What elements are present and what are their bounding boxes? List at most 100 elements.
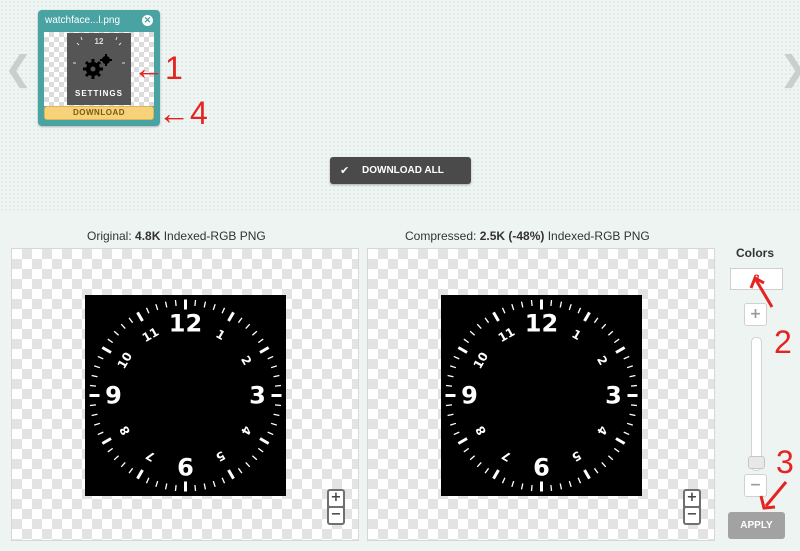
minute-tick <box>626 422 634 426</box>
minute-tick <box>568 480 572 488</box>
annotation-3: 3 <box>776 444 794 480</box>
original-watch-image: 12 1 2 3 4 5 6 7 8 9 10 11 <box>85 295 286 496</box>
minute-tick <box>568 303 572 311</box>
minute-tick <box>113 330 120 336</box>
minute-tick <box>623 431 630 436</box>
hour-tick <box>227 311 235 322</box>
hour-tick <box>101 346 112 354</box>
minute-tick <box>194 299 197 307</box>
watch-numeral: 12 <box>525 310 558 338</box>
minute-tick <box>251 330 258 336</box>
minute-tick <box>601 323 607 330</box>
hour-tick <box>615 437 626 445</box>
minute-tick <box>120 323 126 330</box>
colors-slider[interactable] <box>751 337 762 471</box>
minute-tick <box>274 404 282 407</box>
minute-tick <box>212 480 216 488</box>
watch-face-compressed: 12 12 3 45 6 78 9 1011 <box>445 299 638 492</box>
file-name: watchface...l.png <box>45 15 121 26</box>
minute-tick <box>93 422 101 426</box>
hour-tick <box>101 437 112 445</box>
minute-tick <box>145 477 150 484</box>
minute-tick <box>273 413 280 417</box>
annotation-arrow-2 <box>749 275 774 308</box>
zoom-out-button[interactable]: − <box>685 508 699 523</box>
watch-numeral: 10 <box>471 350 491 371</box>
minute-tick <box>270 422 278 426</box>
annotation-4-arrow: ← <box>158 95 190 131</box>
minute-tick <box>463 338 470 344</box>
check-icon: ✔ <box>340 164 350 177</box>
minute-tick <box>629 413 636 417</box>
compressed-zoom-control: + − <box>683 489 701 525</box>
minute-tick <box>194 484 197 492</box>
minute-tick <box>577 477 582 484</box>
colors-slider-handle[interactable] <box>748 456 765 469</box>
minute-tick <box>626 365 634 369</box>
watch-numeral: 1 <box>569 327 583 343</box>
watch-numeral: 8 <box>117 423 133 437</box>
minute-tick <box>89 404 97 407</box>
hour-tick <box>136 311 144 322</box>
hour-tick <box>136 469 144 480</box>
minute-tick <box>203 483 207 490</box>
watch-numeral: 3 <box>605 382 622 410</box>
minute-tick <box>203 301 207 308</box>
compressed-preview-panel[interactable]: 12 1 2 3 4 5 6 7 8 9 10 11 + − <box>367 248 715 541</box>
original-preview-panel[interactable]: 12 1 2 3 4 5 6 7 8 9 10 11 + − <box>11 248 359 541</box>
watch-numeral: 5 <box>213 448 227 464</box>
hour-tick <box>583 469 591 480</box>
watch-numeral: 9 <box>105 382 122 410</box>
original-zoom-control: + − <box>327 489 345 525</box>
minute-tick <box>550 299 553 307</box>
minute-tick <box>251 455 258 461</box>
minute-tick <box>212 303 216 311</box>
hour-tick <box>227 469 235 480</box>
watch-numeral: 4 <box>238 423 254 437</box>
zoom-in-button[interactable]: + <box>329 491 343 506</box>
watch-numeral: 2 <box>238 353 254 367</box>
minute-tick <box>89 384 97 387</box>
download-file-button[interactable]: DOWNLOAD <box>44 106 154 120</box>
minute-tick <box>257 447 264 453</box>
apply-button[interactable]: APPLY <box>728 512 785 539</box>
download-all-button[interactable]: ✔ DOWNLOAD ALL <box>330 157 471 184</box>
minute-tick <box>237 467 243 474</box>
compressed-format: Indexed-RGB PNG <box>544 229 650 243</box>
minute-tick <box>550 484 553 492</box>
minute-tick <box>449 365 457 369</box>
zoom-out-button[interactable]: − <box>329 508 343 523</box>
annotation-1: ←1 <box>133 52 183 84</box>
minute-tick <box>267 355 274 360</box>
carousel-next-icon[interactable]: ❯ <box>779 52 800 86</box>
compressed-size: 2.5K (-48%) <box>479 229 545 243</box>
minute-tick <box>97 355 104 360</box>
watch-numeral: 6 <box>533 454 550 482</box>
original-prefix: Original: <box>87 229 136 243</box>
minute-tick <box>476 461 482 468</box>
annotation-4-label: 4 <box>190 95 208 131</box>
hour-tick <box>492 311 500 322</box>
watch-numeral: 4 <box>594 423 610 437</box>
remove-file-icon[interactable]: ✕ <box>142 15 153 26</box>
minute-tick <box>91 374 98 378</box>
minute-tick <box>93 365 101 369</box>
minute-tick <box>245 461 251 468</box>
watch-numeral: 6 <box>177 454 194 482</box>
minute-tick <box>164 301 168 308</box>
minute-tick <box>453 355 460 360</box>
zoom-in-button[interactable]: + <box>685 491 699 506</box>
minute-tick <box>221 307 226 314</box>
thumbnail-image: 12 SETTINGS <box>67 33 131 105</box>
minute-tick <box>530 299 533 307</box>
annotation-2: 2 <box>774 324 792 360</box>
minute-tick <box>613 447 620 453</box>
carousel-prev-icon[interactable]: ❮ <box>4 52 33 86</box>
minute-tick <box>449 422 457 426</box>
minute-tick <box>145 307 150 314</box>
minute-tick <box>520 301 524 308</box>
minute-tick <box>463 447 470 453</box>
minute-tick <box>520 483 524 490</box>
compressed-caption: Compressed: 2.5K (-48%) Indexed-RGB PNG <box>405 229 650 243</box>
hour-tick <box>615 346 626 354</box>
